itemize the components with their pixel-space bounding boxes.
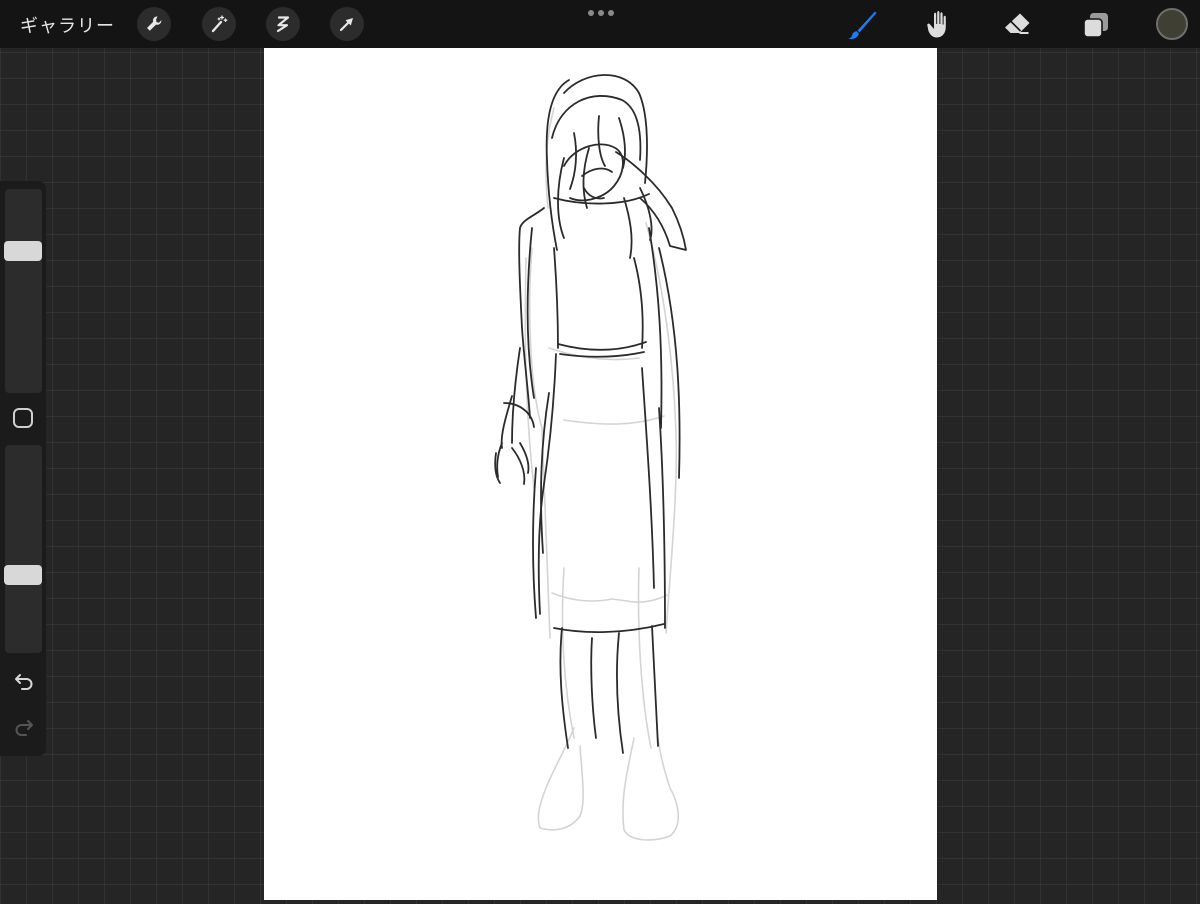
wrench-icon — [147, 16, 162, 31]
transform-arrow-icon — [339, 18, 353, 32]
transform-button[interactable] — [330, 7, 364, 41]
eraser-tool-button[interactable] — [1000, 8, 1034, 42]
pencil-sketch-figure — [494, 74, 687, 841]
eraser-icon — [1005, 13, 1030, 34]
brush-tool-button[interactable] — [845, 8, 879, 42]
layers-button[interactable] — [1079, 8, 1113, 42]
layers-icon — [1083, 13, 1108, 38]
brush-size-slider-thumb[interactable] — [4, 240, 42, 261]
gallery-button[interactable]: ギャラリー — [20, 12, 115, 38]
selection-icon — [276, 16, 290, 33]
redo-arrow-icon — [15, 720, 33, 736]
opacity-slider[interactable] — [5, 445, 42, 653]
redo-button[interactable] — [11, 716, 37, 738]
undo-arrow-icon — [15, 674, 33, 690]
square-modify-icon[interactable] — [13, 408, 33, 428]
opacity-slider-thumb[interactable] — [4, 565, 42, 586]
sidebar — [0, 181, 46, 756]
undo-button[interactable] — [11, 670, 37, 692]
magic-wand-icon — [211, 15, 228, 33]
selection-button[interactable] — [266, 7, 300, 41]
smudge-icon — [927, 11, 946, 38]
brush-size-slider[interactable] — [5, 189, 42, 393]
actions-button[interactable] — [137, 7, 171, 41]
color-swatch[interactable] — [1156, 8, 1188, 40]
adjustments-button[interactable] — [202, 7, 236, 41]
drawing-canvas[interactable] — [264, 48, 937, 900]
top-toolbar: ギャラリー — [0, 0, 1200, 48]
smudge-tool-button[interactable] — [922, 8, 956, 42]
more-dots-icon[interactable] — [588, 8, 614, 18]
brush-icon — [848, 11, 877, 39]
